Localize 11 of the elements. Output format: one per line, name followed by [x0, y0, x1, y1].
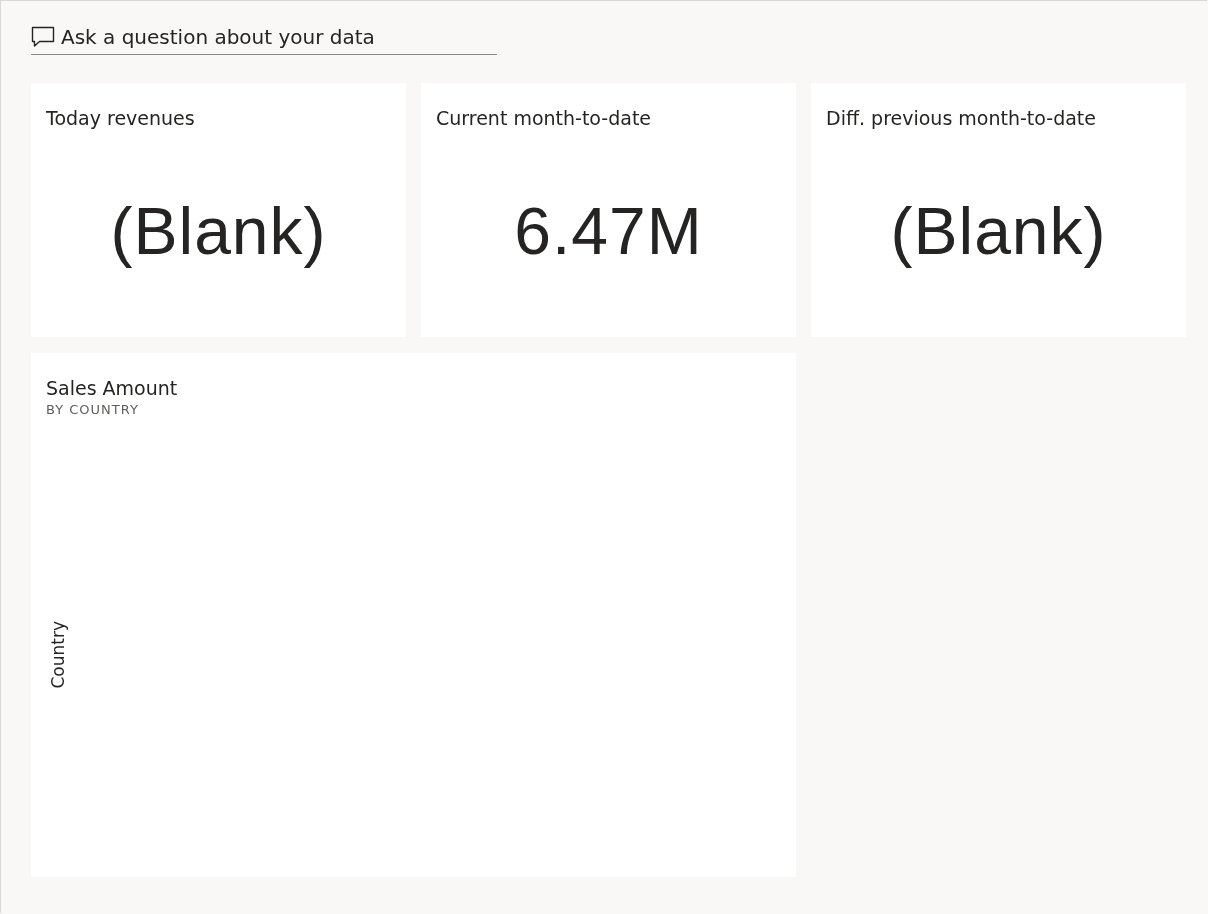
card-value: (Blank) — [889, 193, 1108, 269]
card-value: (Blank) — [109, 193, 328, 269]
speech-bubble-icon — [31, 25, 55, 48]
chart-title: Sales Amount — [46, 377, 179, 399]
chart-subtitle: BY COUNTRY — [46, 402, 140, 417]
card-value: 6.47M — [513, 193, 704, 269]
card-title: Today revenues — [46, 107, 196, 129]
card-title: Diff. previous month-to-date — [826, 107, 1097, 129]
card-title: Current month-to-date — [436, 107, 653, 129]
question-field[interactable]: Ask a question about your data — [31, 19, 497, 55]
axis-label: Country — [48, 621, 68, 689]
